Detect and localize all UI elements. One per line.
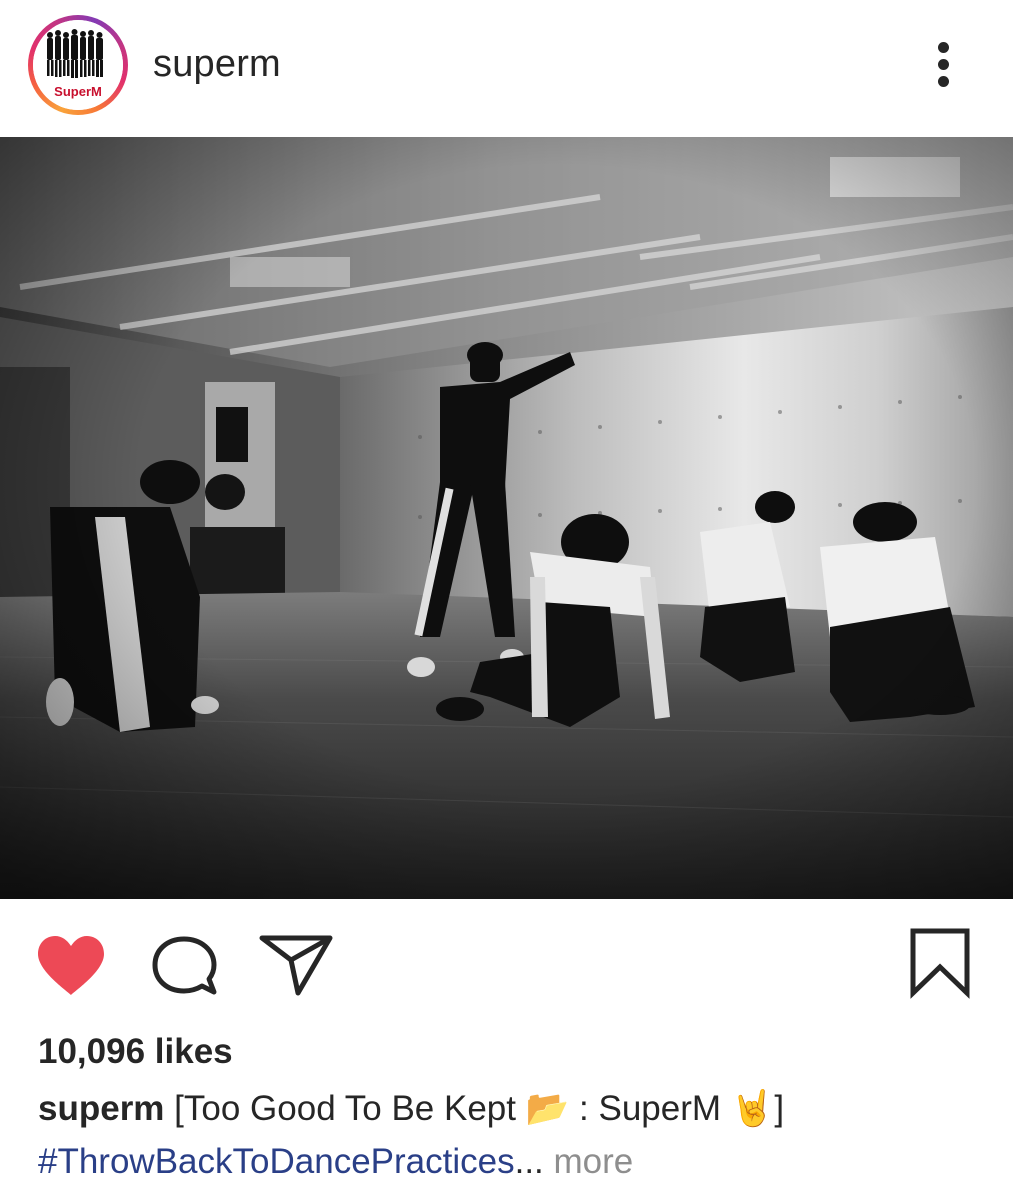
folder-emoji-icon: 📂	[525, 1089, 570, 1128]
heart-filled-icon[interactable]	[36, 935, 106, 997]
likes-count[interactable]: 10,096 likes	[38, 1032, 233, 1072]
rock-hand-emoji-icon: 🤘	[730, 1089, 775, 1128]
send-icon[interactable]	[258, 933, 334, 997]
caption-text-2: : SuperM	[569, 1089, 731, 1128]
post-action-bar	[0, 899, 1013, 1019]
hashtag-link[interactable]: #ThrowBackToDancePractices	[38, 1142, 515, 1181]
caption-hashtag-line: #ThrowBackToDancePractices... more	[38, 1142, 633, 1182]
more-link[interactable]: more	[544, 1142, 634, 1181]
post-photo[interactable]	[0, 137, 1013, 899]
caption-ellipsis: ...	[514, 1142, 544, 1181]
more-vertical-icon[interactable]	[930, 38, 958, 90]
post-username[interactable]: superm	[153, 43, 281, 86]
avatar[interactable]: SuperM	[33, 20, 123, 110]
caption: superm [Too Good To Be Kept 📂 : SuperM 🤘…	[38, 1088, 784, 1129]
post-header: SuperM superm	[0, 0, 1013, 137]
caption-text-1: [Too Good To Be Kept	[174, 1089, 526, 1128]
comment-icon[interactable]	[151, 935, 217, 997]
caption-text-3: ]	[774, 1089, 785, 1128]
caption-username[interactable]: superm	[38, 1089, 164, 1128]
bookmark-icon[interactable]	[908, 927, 972, 999]
avatar-logo-text: SuperM	[54, 84, 102, 99]
